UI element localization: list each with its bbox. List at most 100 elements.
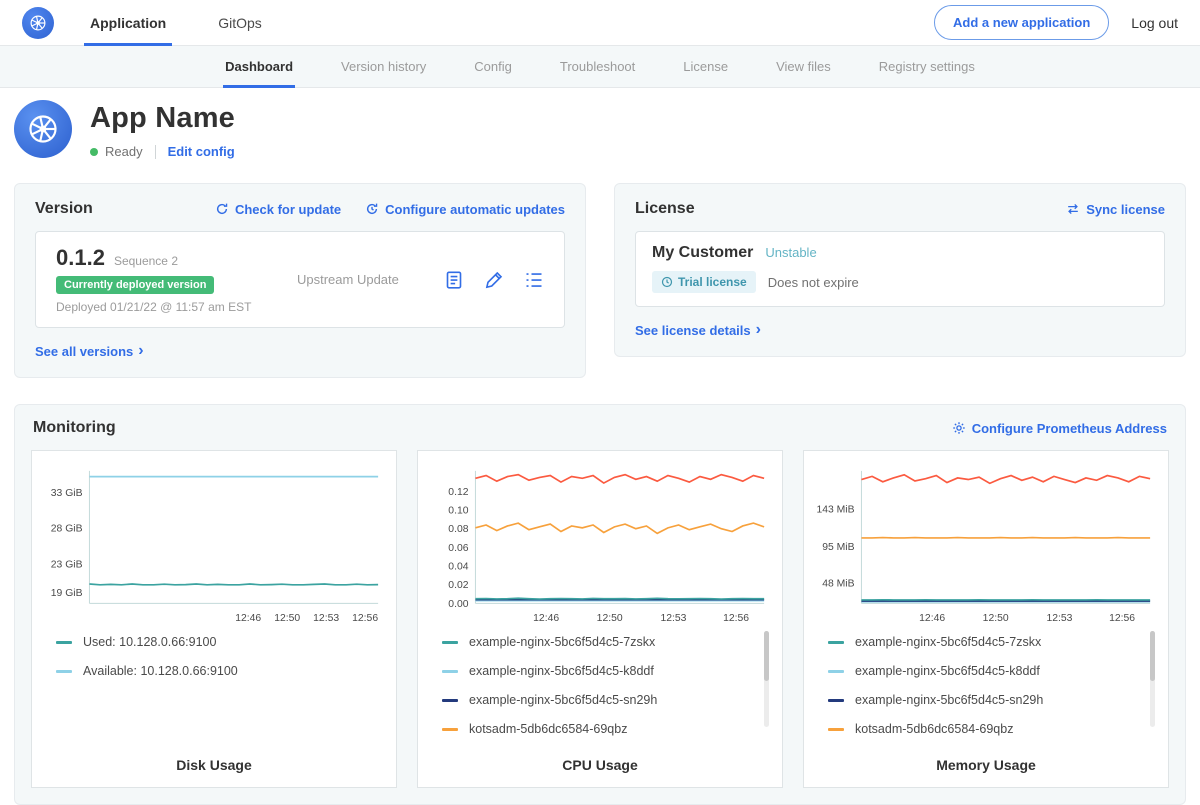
license-channel: Unstable [765,245,816,260]
refresh-icon [215,202,229,216]
svg-text:12:56: 12:56 [352,613,378,624]
disk-usage-chart-card: 33 GiB28 GiB23 GiB19 GiB12:4612:5012:531… [31,450,397,788]
sync-arrows-icon [1066,202,1080,216]
legend-item: example-nginx-5bc6f5d4c5-k8ddf [828,664,1140,678]
svg-text:0.04: 0.04 [448,562,468,573]
edit-config-icon-button[interactable] [484,270,504,290]
upstream-update-label: Upstream Update [297,272,399,287]
legend-scrollbar-thumb[interactable] [1150,631,1155,681]
legend-label: Used: 10.128.0.66:9100 [83,635,216,649]
disk-usage-legend: Used: 10.128.0.66:9100Available: 10.128.… [56,635,368,678]
version-number: 0.1.2 [56,245,105,271]
monitoring-card: Monitoring Configure Prometheus Address … [14,404,1186,805]
svg-text:12:53: 12:53 [313,613,339,624]
tab-version-history[interactable]: Version history [317,46,450,87]
auto-update-clock-icon [365,202,379,216]
svg-text:12:46: 12:46 [235,613,261,624]
sync-license-link[interactable]: Sync license [1066,202,1165,217]
app-tabs: Dashboard Version history Config Trouble… [0,46,1200,88]
license-type-badge: Trial license [652,271,756,293]
memory-usage-chart: 143 MiB95 MiB48 MiB12:4612:5012:5312:56 [812,463,1160,627]
monitoring-title: Monitoring [33,419,116,437]
svg-text:143 MiB: 143 MiB [816,505,854,516]
legend-item: example-nginx-5bc6f5d4c5-7zskx [442,635,754,649]
page-title: App Name [90,102,235,135]
legend-item: example-nginx-5bc6f5d4c5-sn29h [828,693,1140,707]
logout-link[interactable]: Log out [1131,15,1178,31]
check-for-update-link[interactable]: Check for update [215,202,341,217]
svg-text:95 MiB: 95 MiB [822,542,854,553]
tab-config[interactable]: Config [450,46,536,87]
configure-prometheus-link[interactable]: Configure Prometheus Address [952,421,1167,436]
license-card: License Sync license My Customer Unstabl… [614,183,1186,357]
status-dot [90,148,98,156]
edit-config-link[interactable]: Edit config [168,144,235,159]
svg-text:0.12: 0.12 [448,487,468,498]
legend-label: example-nginx-5bc6f5d4c5-sn29h [855,693,1043,707]
svg-text:0.02: 0.02 [448,580,468,591]
divider [155,145,156,159]
diff-button[interactable] [524,270,544,290]
chart-title: Disk Usage [40,751,388,773]
top-nav: Application GitOps Add a new application… [0,0,1200,46]
deployed-timestamp: Deployed 01/21/22 @ 11:57 am EST [56,300,261,314]
cpu-usage-chart: 0.120.100.080.060.040.020.0012:4612:5012… [426,463,774,627]
check-for-update-label: Check for update [235,202,341,217]
legend-swatch [828,670,844,673]
svg-text:0.06: 0.06 [448,543,468,554]
license-box: My Customer Unstable Trial license Does … [635,231,1165,307]
tab-registry-settings[interactable]: Registry settings [855,46,999,87]
tab-gitops[interactable]: GitOps [212,0,268,45]
tab-troubleshoot[interactable]: Troubleshoot [536,46,659,87]
configure-prometheus-label: Configure Prometheus Address [972,421,1167,436]
sync-license-label: Sync license [1086,202,1165,217]
license-type-label: Trial license [678,275,747,289]
legend-swatch [828,699,844,702]
cpu-usage-legend: example-nginx-5bc6f5d4c5-7zskxexample-ng… [442,635,754,736]
tab-view-files[interactable]: View files [752,46,855,87]
legend-item: Used: 10.128.0.66:9100 [56,635,368,649]
legend-scrollbar-thumb[interactable] [764,631,769,681]
svg-text:0.10: 0.10 [448,506,468,517]
gear-icon [952,421,966,435]
customer-name: My Customer [652,244,753,262]
legend-item: kotsadm-5db6dc6584-69qbz [828,722,1140,736]
kubernetes-logo-icon [22,7,54,39]
legend-item: example-nginx-5bc6f5d4c5-7zskx [828,635,1140,649]
clock-icon [661,276,673,288]
legend-label: example-nginx-5bc6f5d4c5-k8ddf [855,664,1040,678]
version-sequence: Sequence 2 [114,254,178,268]
see-license-details-label: See license details [635,323,751,338]
legend-swatch [828,641,844,644]
svg-text:19 GiB: 19 GiB [51,588,83,599]
status-text: Ready [105,144,143,159]
svg-text:0.08: 0.08 [448,524,468,535]
svg-text:12:53: 12:53 [1046,613,1072,624]
svg-text:23 GiB: 23 GiB [51,559,83,570]
version-card-title: Version [35,200,93,218]
svg-text:0.00: 0.00 [448,599,468,610]
legend-label: kotsadm-5db6dc6584-69qbz [855,722,1013,736]
tab-application[interactable]: Application [84,0,172,45]
tab-license[interactable]: License [659,46,752,87]
svg-text:12:56: 12:56 [1109,613,1135,624]
configure-automatic-updates-link[interactable]: Configure automatic updates [365,202,565,217]
disk-usage-chart: 33 GiB28 GiB23 GiB19 GiB12:4612:5012:531… [40,463,388,627]
tab-dashboard[interactable]: Dashboard [201,46,317,87]
legend-item: kotsadm-5db6dc6584-69qbz [442,722,754,736]
legend-swatch [56,641,72,644]
add-application-button[interactable]: Add a new application [934,5,1109,40]
release-notes-button[interactable] [444,270,464,290]
app-logo-icon [14,100,72,158]
svg-text:12:56: 12:56 [723,613,749,624]
see-all-versions-link[interactable]: See all versions [35,343,144,359]
legend-scrollbar[interactable] [764,631,769,727]
legend-swatch [56,670,72,673]
legend-scrollbar[interactable] [1150,631,1155,727]
svg-text:12:46: 12:46 [919,613,945,624]
legend-label: kotsadm-5db6dc6584-69qbz [469,722,627,736]
license-expiration: Does not expire [768,275,859,290]
legend-swatch [442,699,458,702]
legend-swatch [442,641,458,644]
see-license-details-link[interactable]: See license details [635,322,761,338]
